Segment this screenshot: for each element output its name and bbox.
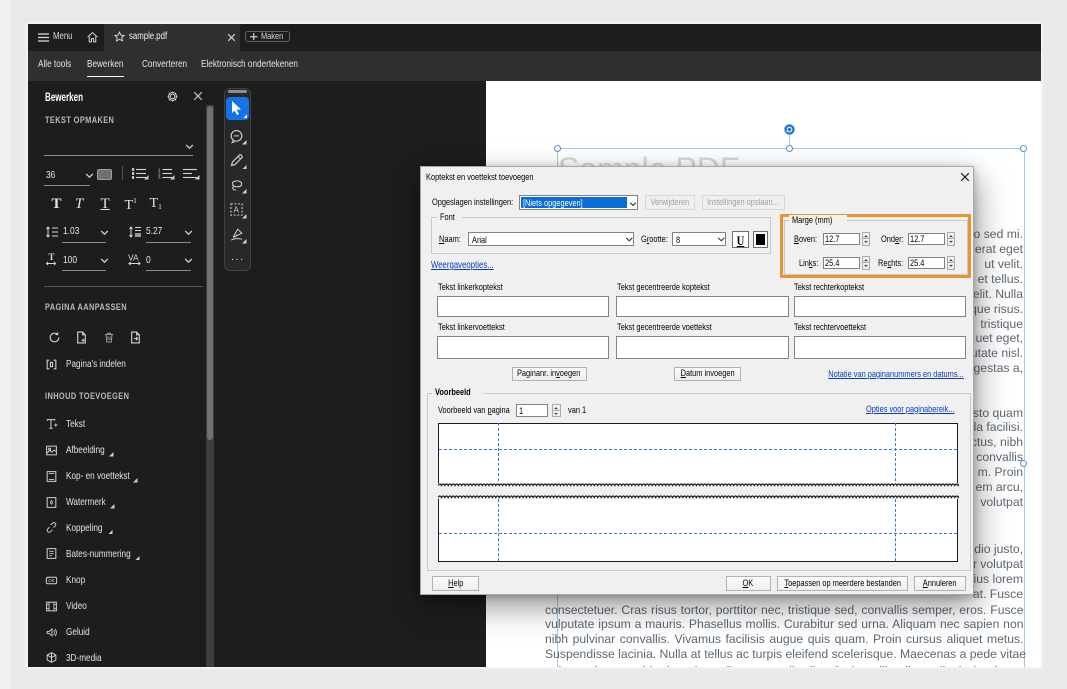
svg-text:T: T (49, 253, 55, 262)
svg-text:VA: VA (128, 253, 139, 263)
svg-text:A: A (234, 206, 240, 215)
svg-text:3: 3 (158, 175, 161, 179)
svg-text:OK: OK (48, 578, 54, 583)
